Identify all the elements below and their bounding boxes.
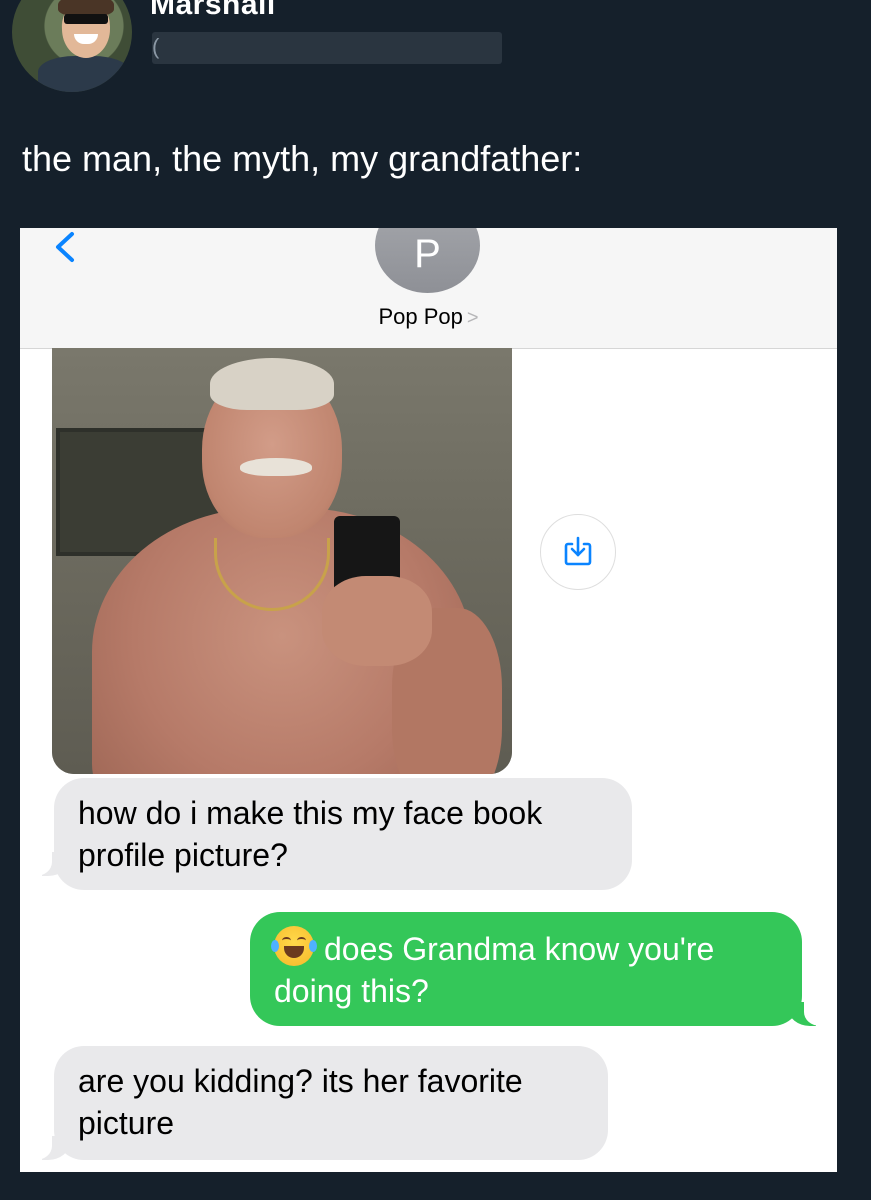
message-text: are you kidding? its her favorite pictur… <box>78 1063 523 1141</box>
message-photo[interactable] <box>52 348 512 774</box>
contact-name: Pop Pop <box>378 304 463 329</box>
tweet-image-screenshot[interactable]: P Pop Pop > how do i make this my face bo… <box>20 228 837 1172</box>
handle-text: ( <box>152 34 160 59</box>
display-name[interactable]: Marshall <box>150 0 276 22</box>
face-with-tears-of-joy-icon <box>271 926 317 966</box>
chevron-left-icon[interactable] <box>50 230 80 264</box>
tweet-text: the man, the myth, my grandfather: <box>22 138 583 179</box>
chevron-right-icon: > <box>466 307 479 329</box>
message-bubble-incoming[interactable]: how do i make this my face book profile … <box>54 778 632 890</box>
contact-avatar[interactable]: P <box>375 228 480 293</box>
tweet-header: Marshall ( <box>0 0 871 120</box>
message-text: how do i make this my face book profile … <box>78 795 543 873</box>
message-bubble-incoming[interactable]: are you kidding? its her favorite pictur… <box>54 1046 608 1160</box>
user-avatar[interactable] <box>12 0 132 92</box>
contact-name-button[interactable]: Pop Pop > <box>20 304 837 330</box>
messages-header: P Pop Pop > <box>20 228 837 349</box>
message-bubble-outgoing[interactable]: does Grandma know you're doing this? <box>250 912 802 1026</box>
message-text: does Grandma know you're doing this? <box>274 931 715 1009</box>
save-download-icon <box>564 536 592 566</box>
redacted-handle: ( <box>152 32 502 64</box>
save-photo-button[interactable] <box>540 514 616 590</box>
